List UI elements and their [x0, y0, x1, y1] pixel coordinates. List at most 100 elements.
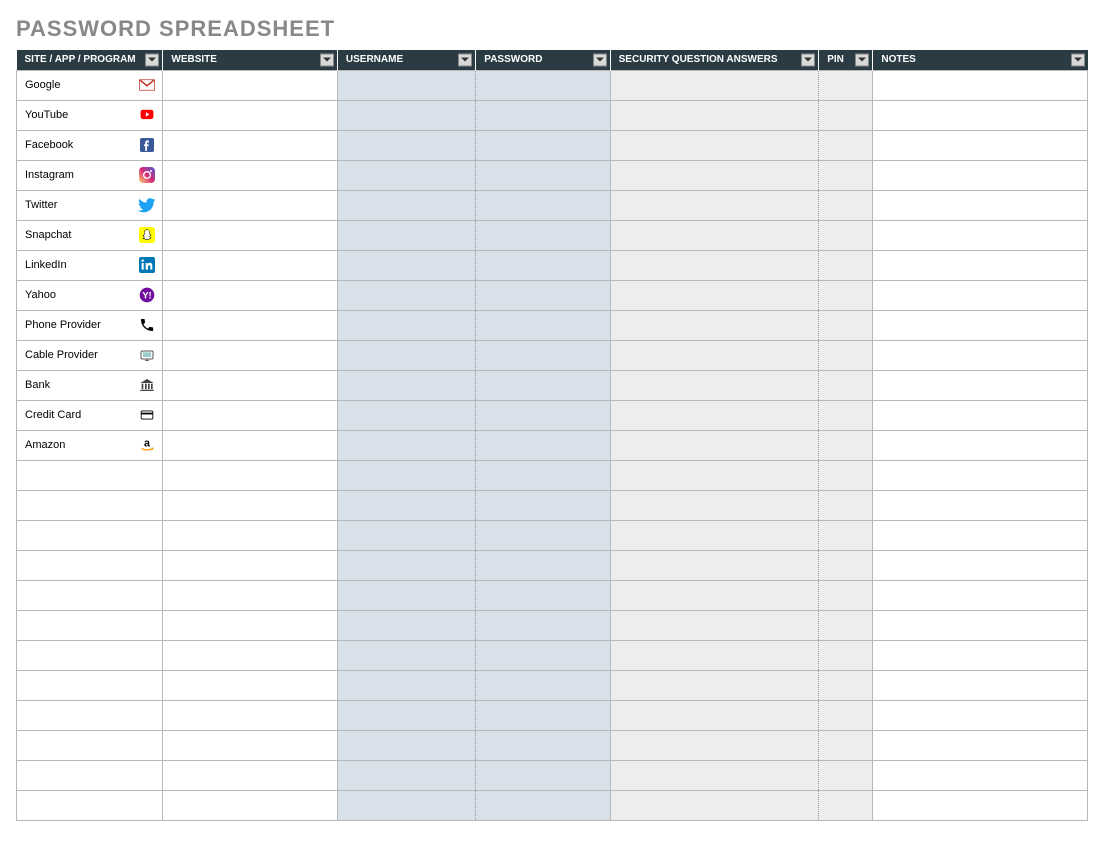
cell-password[interactable] [476, 580, 610, 610]
cell-site[interactable] [17, 490, 163, 520]
cell-pin[interactable] [819, 490, 873, 520]
header-website[interactable]: WEBSITE [163, 50, 337, 70]
cell-site[interactable]: Instagram [17, 160, 163, 190]
cell-site[interactable]: Phone Provider [17, 310, 163, 340]
cell-username[interactable] [337, 160, 475, 190]
filter-dropdown-icon[interactable] [801, 53, 815, 66]
cell-website[interactable] [163, 700, 337, 730]
cell-site[interactable] [17, 790, 163, 820]
cell-password[interactable] [476, 520, 610, 550]
cell-password[interactable] [476, 490, 610, 520]
cell-website[interactable] [163, 760, 337, 790]
cell-pin[interactable] [819, 430, 873, 460]
filter-dropdown-icon[interactable] [1071, 53, 1085, 66]
cell-site[interactable]: Amazona [17, 430, 163, 460]
cell-password[interactable] [476, 700, 610, 730]
cell-pin[interactable] [819, 130, 873, 160]
cell-site[interactable]: Twitter [17, 190, 163, 220]
cell-website[interactable] [163, 640, 337, 670]
cell-website[interactable] [163, 670, 337, 700]
cell-password[interactable] [476, 760, 610, 790]
cell-pin[interactable] [819, 370, 873, 400]
cell-pin[interactable] [819, 100, 873, 130]
cell-username[interactable] [337, 370, 475, 400]
cell-password[interactable] [476, 610, 610, 640]
cell-notes[interactable] [873, 160, 1088, 190]
cell-username[interactable] [337, 190, 475, 220]
cell-notes[interactable] [873, 640, 1088, 670]
cell-website[interactable] [163, 520, 337, 550]
cell-password[interactable] [476, 310, 610, 340]
cell-security[interactable] [610, 100, 819, 130]
cell-pin[interactable] [819, 160, 873, 190]
cell-security[interactable] [610, 70, 819, 100]
cell-website[interactable] [163, 580, 337, 610]
cell-pin[interactable] [819, 190, 873, 220]
cell-password[interactable] [476, 100, 610, 130]
cell-security[interactable] [610, 760, 819, 790]
cell-security[interactable] [610, 520, 819, 550]
cell-pin[interactable] [819, 520, 873, 550]
cell-username[interactable] [337, 220, 475, 250]
cell-password[interactable] [476, 640, 610, 670]
cell-pin[interactable] [819, 400, 873, 430]
cell-notes[interactable] [873, 280, 1088, 310]
cell-notes[interactable] [873, 370, 1088, 400]
cell-username[interactable] [337, 100, 475, 130]
cell-security[interactable] [610, 250, 819, 280]
cell-notes[interactable] [873, 100, 1088, 130]
cell-notes[interactable] [873, 430, 1088, 460]
cell-website[interactable] [163, 70, 337, 100]
cell-website[interactable] [163, 550, 337, 580]
cell-password[interactable] [476, 370, 610, 400]
cell-pin[interactable] [819, 580, 873, 610]
header-notes[interactable]: NOTES [873, 50, 1088, 70]
cell-password[interactable] [476, 790, 610, 820]
cell-security[interactable] [610, 400, 819, 430]
cell-security[interactable] [610, 430, 819, 460]
cell-website[interactable] [163, 370, 337, 400]
cell-security[interactable] [610, 280, 819, 310]
cell-notes[interactable] [873, 550, 1088, 580]
cell-pin[interactable] [819, 730, 873, 760]
cell-notes[interactable] [873, 700, 1088, 730]
cell-notes[interactable] [873, 250, 1088, 280]
header-pin[interactable]: PIN [819, 50, 873, 70]
cell-notes[interactable] [873, 340, 1088, 370]
cell-password[interactable] [476, 550, 610, 580]
cell-pin[interactable] [819, 310, 873, 340]
cell-username[interactable] [337, 310, 475, 340]
cell-security[interactable] [610, 340, 819, 370]
cell-notes[interactable] [873, 490, 1088, 520]
cell-security[interactable] [610, 610, 819, 640]
cell-site[interactable] [17, 700, 163, 730]
cell-notes[interactable] [873, 730, 1088, 760]
cell-password[interactable] [476, 430, 610, 460]
cell-username[interactable] [337, 250, 475, 280]
cell-pin[interactable] [819, 70, 873, 100]
header-username[interactable]: USERNAME [337, 50, 475, 70]
header-security[interactable]: SECURITY QUESTION ANSWERS [610, 50, 819, 70]
cell-username[interactable] [337, 520, 475, 550]
cell-site[interactable] [17, 640, 163, 670]
cell-website[interactable] [163, 310, 337, 340]
cell-notes[interactable] [873, 580, 1088, 610]
cell-site[interactable] [17, 520, 163, 550]
cell-username[interactable] [337, 340, 475, 370]
filter-dropdown-icon[interactable] [458, 53, 472, 66]
cell-notes[interactable] [873, 130, 1088, 160]
cell-notes[interactable] [873, 220, 1088, 250]
cell-username[interactable] [337, 610, 475, 640]
cell-pin[interactable] [819, 700, 873, 730]
cell-website[interactable] [163, 490, 337, 520]
cell-pin[interactable] [819, 340, 873, 370]
cell-site[interactable]: Cable Provider [17, 340, 163, 370]
cell-website[interactable] [163, 280, 337, 310]
cell-security[interactable] [610, 130, 819, 160]
cell-notes[interactable] [873, 460, 1088, 490]
cell-notes[interactable] [873, 190, 1088, 220]
cell-notes[interactable] [873, 670, 1088, 700]
cell-username[interactable] [337, 580, 475, 610]
cell-password[interactable] [476, 400, 610, 430]
cell-notes[interactable] [873, 610, 1088, 640]
